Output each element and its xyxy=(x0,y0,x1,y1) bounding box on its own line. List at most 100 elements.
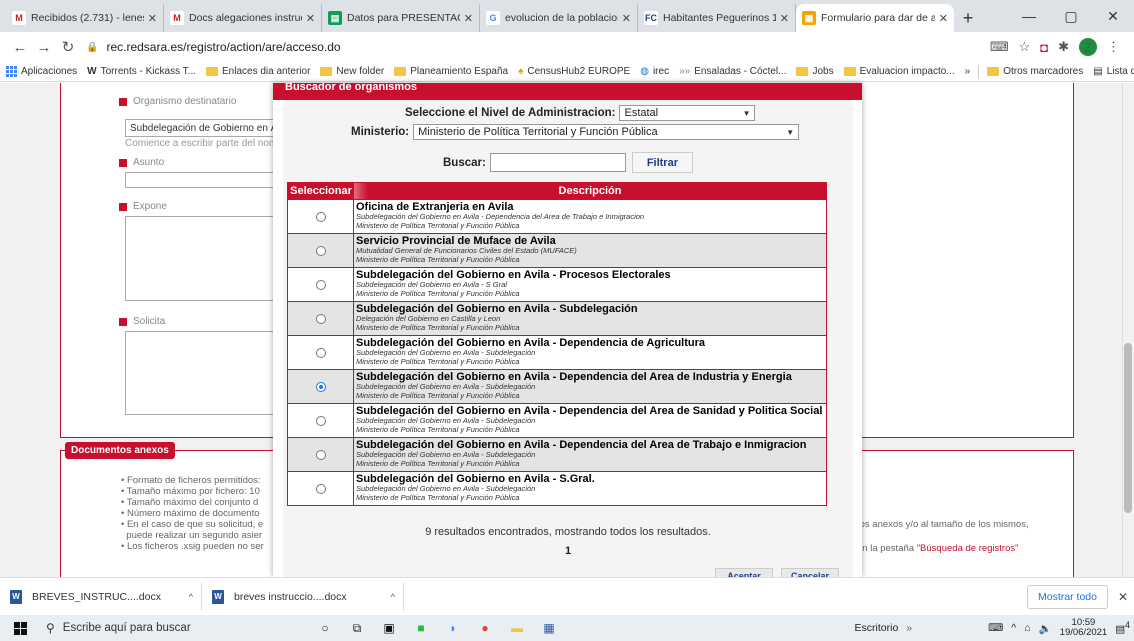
chevron-up-icon[interactable]: ^ xyxy=(189,592,193,602)
download-item[interactable]: W BREVES_INSTRUC....docx ^ xyxy=(10,582,202,611)
page-scrollbar[interactable] xyxy=(1122,83,1134,577)
organismo-input[interactable]: Subdelegación de Gobierno en Á xyxy=(125,119,275,137)
table-row[interactable]: Subdelegación del Gobierno en Avila - De… xyxy=(288,403,826,437)
maximize-icon[interactable]: ▢ xyxy=(1050,0,1092,32)
cortana-icon[interactable]: ○ xyxy=(316,620,334,636)
show-all-downloads-button[interactable]: Mostrar todo xyxy=(1027,585,1108,609)
expone-textarea[interactable] xyxy=(125,216,275,301)
aceptar-button[interactable]: Aceptar xyxy=(715,568,773,577)
close-downloads-icon[interactable]: ✕ xyxy=(1118,590,1128,604)
filtrar-button[interactable]: Filtrar xyxy=(631,152,693,173)
busqueda-registros-link[interactable]: "Búsqueda de registros" xyxy=(917,543,1019,554)
chevron-up-icon[interactable]: ^ xyxy=(391,592,395,602)
select-radio[interactable] xyxy=(315,381,326,392)
close-tab-icon[interactable]: ✕ xyxy=(464,12,473,25)
clock[interactable]: 10:59 19/06/2021 xyxy=(1060,618,1108,638)
desktop-chevron-icon[interactable]: » xyxy=(906,622,912,634)
volume-icon[interactable]: 🔈 xyxy=(1039,622,1052,635)
table-row[interactable]: Subdelegación del Gobierno en Avila - S.… xyxy=(288,471,826,505)
avatar[interactable]: Z xyxy=(1079,38,1097,56)
bookmark-label: Evaluacion impacto... xyxy=(859,66,955,77)
bookmark-item[interactable]: »» Ensaladas - Cóctel... xyxy=(679,66,786,77)
close-window-icon[interactable]: ✕ xyxy=(1092,0,1134,32)
windows-start-icon[interactable] xyxy=(0,621,40,635)
bookmark-item[interactable]: ♠ CensusHub2 EUROPE xyxy=(518,66,630,77)
select-radio[interactable] xyxy=(315,483,326,494)
scrollbar-thumb[interactable] xyxy=(1124,343,1132,513)
table-row[interactable]: Oficina de Extranjeria en Avila Subdelega… xyxy=(288,199,826,233)
notifications-icon[interactable]: ▤4 xyxy=(1115,620,1130,636)
browser-tab[interactable]: M Recibidos (2.731) - lenespin ✕ xyxy=(6,4,164,32)
bookmark-item[interactable]: ◍ irec xyxy=(640,66,669,77)
extension-icon[interactable]: ◘ xyxy=(1040,40,1048,55)
table-row[interactable]: Subdelegación del Gobierno en Avila - Pr… xyxy=(288,267,826,301)
forward-icon[interactable]: → xyxy=(32,39,56,56)
store-icon[interactable]: ▣ xyxy=(380,620,398,636)
lock-icon[interactable]: 🔒 xyxy=(86,42,98,53)
back-icon[interactable]: ← xyxy=(8,39,32,56)
bookmark-item[interactable]: Jobs xyxy=(796,66,834,77)
browser-tab[interactable]: ▤ Datos para PRESENTACIÓN ✕ xyxy=(322,4,480,32)
select-radio[interactable] xyxy=(315,279,326,290)
solicita-textarea[interactable] xyxy=(125,331,275,415)
browser-tab[interactable]: M Docs alegaciones instrucción ✕ xyxy=(164,4,322,32)
ministerio-select[interactable]: Ministerio de Política Territorial y Fun… xyxy=(413,124,800,140)
close-tab-icon[interactable]: ✕ xyxy=(939,12,948,25)
word-icon[interactable]: ▦ xyxy=(540,620,558,636)
tray-up-icon[interactable]: ^ xyxy=(1011,622,1016,634)
close-tab-icon[interactable]: ✕ xyxy=(622,12,631,25)
bookmark-item[interactable]: Enlaces dia anterior xyxy=(206,66,310,77)
more-bookmarks-button[interactable]: » xyxy=(965,66,971,77)
asunto-input[interactable] xyxy=(125,172,275,188)
keyboard-icon[interactable]: ⌨ xyxy=(988,622,1003,634)
table-row[interactable]: Subdelegación del Gobierno en Avila - De… xyxy=(288,369,826,403)
chrome-icon[interactable]: ● xyxy=(476,620,494,636)
new-tab-button[interactable]: + xyxy=(954,4,982,32)
taskbar-search[interactable]: ⚲ Escribe aquí para buscar xyxy=(40,615,302,641)
close-tab-icon[interactable]: ✕ xyxy=(306,12,315,25)
app-blue-icon[interactable]: ◗ xyxy=(444,620,462,636)
table-row[interactable]: Servicio Provincial de Muface de Avila Mu… xyxy=(288,233,826,267)
bookmark-item[interactable]: New folder xyxy=(320,66,384,77)
cancelar-button[interactable]: Cancelar xyxy=(781,568,839,577)
buscar-input[interactable] xyxy=(489,153,626,172)
nivel-select[interactable]: Estatal ▼ xyxy=(619,105,756,121)
bookmark-item[interactable]: W Torrents - Kickass T... xyxy=(87,66,196,77)
bookmark-item[interactable]: Planeamiento España xyxy=(394,66,508,77)
select-radio[interactable] xyxy=(315,449,326,460)
browser-tab[interactable]: Gevolucion de la poblacion P ✕ xyxy=(480,4,638,32)
bookmark-item[interactable]: Aplicaciones xyxy=(6,66,77,77)
bookmark-star-icon[interactable]: ☆ xyxy=(1019,39,1031,55)
page-number[interactable]: 1 xyxy=(283,545,853,557)
table-row[interactable]: Subdelegación del Gobierno en Avila - De… xyxy=(288,437,826,471)
network-icon[interactable]: ⌂ xyxy=(1024,622,1030,634)
select-radio[interactable] xyxy=(315,347,326,358)
translate-icon[interactable]: ⌨ xyxy=(990,39,1009,55)
other-bookmarks[interactable]: Otros marcadores xyxy=(987,66,1083,77)
close-tab-icon[interactable]: ✕ xyxy=(780,12,789,25)
desktop-label[interactable]: Escritorio xyxy=(855,622,899,634)
url-field[interactable]: 🔒 rec.redsara.es/registro/action/are/acc… xyxy=(86,35,990,59)
download-item[interactable]: Wbreves instruccio....docx ^ xyxy=(212,582,404,611)
browser-tab[interactable]: ▦ Formulario para dar de alta ✕ xyxy=(796,4,954,32)
reload-icon[interactable]: ↻ xyxy=(56,38,80,56)
search-icon: ⚲ xyxy=(46,621,55,635)
puzzle-icon[interactable]: ✱ xyxy=(1058,39,1069,55)
browser-tab[interactable]: FC Habitantes Peguerinos 1900 ✕ xyxy=(638,4,796,32)
menu-dots-icon[interactable]: ⋮ xyxy=(1107,39,1120,55)
organismo-ministry: Ministerio de Política Territorial y Fun… xyxy=(356,492,520,502)
select-radio[interactable] xyxy=(315,245,326,256)
minimize-icon[interactable]: — xyxy=(1008,0,1050,32)
table-row[interactable]: Subdelegación del Gobierno en Avila - De… xyxy=(288,335,826,369)
asunto-label: Asunto xyxy=(119,157,164,168)
task-view-icon[interactable]: ⧉ xyxy=(348,620,366,636)
select-radio[interactable] xyxy=(315,415,326,426)
file-explorer-icon[interactable]: ▬ xyxy=(508,620,526,636)
table-row[interactable]: Subdelegación del Gobierno en Avila - Su… xyxy=(288,301,826,335)
select-radio[interactable] xyxy=(315,313,326,324)
select-radio[interactable] xyxy=(315,211,326,222)
reading-list[interactable]: ▤Lista de lectura xyxy=(1093,66,1134,77)
bookmark-item[interactable]: Evaluacion impacto... xyxy=(843,66,955,77)
app-green-icon[interactable]: ■ xyxy=(412,620,430,636)
close-tab-icon[interactable]: ✕ xyxy=(148,12,157,25)
